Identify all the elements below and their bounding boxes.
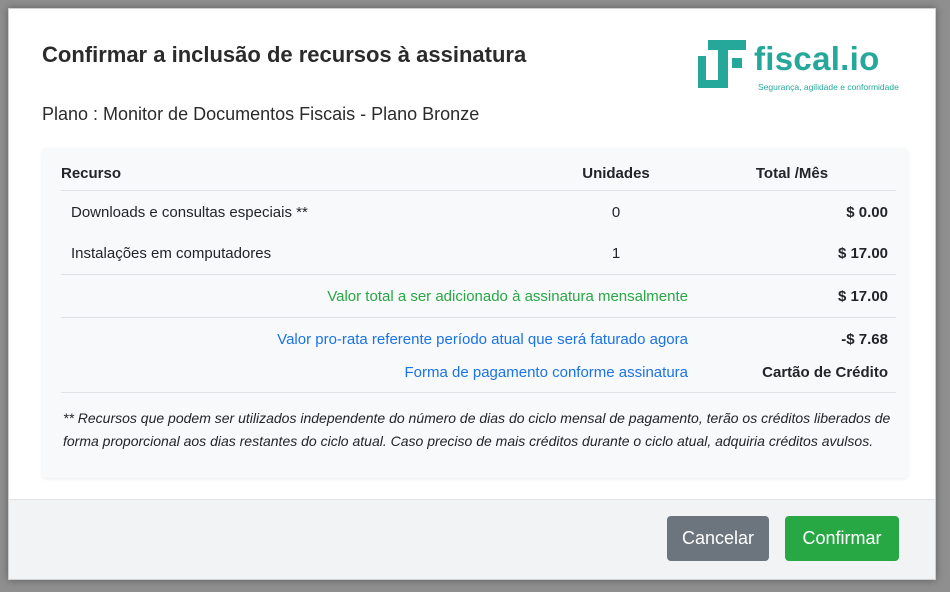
rows-divider xyxy=(61,274,896,275)
resource-total: $ 17.00 xyxy=(837,245,888,262)
monthly-total-value: $ 17.00 xyxy=(837,288,888,305)
plan-name: Plano : Monitor de Documentos Fiscais - … xyxy=(42,104,480,124)
table-row: Downloads e consultas especiais ** 0 $ 0… xyxy=(42,204,908,228)
header-divider xyxy=(61,190,896,191)
total-divider xyxy=(61,317,896,318)
resource-units: 0 xyxy=(611,204,621,221)
resource-name: Downloads e consultas especiais ** xyxy=(71,204,308,221)
modal-title: Confirmar a inclusão de recursos à assin… xyxy=(42,42,527,67)
payment-method-value: Cartão de Crédito xyxy=(762,364,888,381)
confirm-resources-modal: Confirmar a inclusão de recursos à assin… xyxy=(8,8,936,580)
prorata-value: -$ 7.68 xyxy=(841,331,888,348)
column-header-recurso: Recurso xyxy=(61,165,122,182)
resources-card: Recurso Unidades Total /Mês Downloads e … xyxy=(42,148,908,478)
payment-divider xyxy=(61,392,896,393)
modal-footer: Cancelar Confirmar xyxy=(9,499,935,579)
fiscal-io-logo-icon xyxy=(698,40,746,88)
column-header-total: Total /Mês xyxy=(755,165,829,182)
payment-method-label: Forma de pagamento conforme assinatura xyxy=(404,364,688,381)
resource-name: Instalações em computadores xyxy=(71,245,272,262)
resource-total: $ 0.00 xyxy=(846,204,888,221)
prorata-label: Valor pro-rata referente período atual q… xyxy=(277,331,688,348)
confirm-button[interactable]: Confirmar xyxy=(785,516,899,561)
cancel-button[interactable]: Cancelar xyxy=(667,516,769,561)
column-header-unidades: Unidades xyxy=(582,165,650,182)
resource-units: 1 xyxy=(611,245,621,262)
logo-wordmark: fiscal.io xyxy=(754,40,880,77)
table-row: Instalações em computadores 1 $ 17.00 xyxy=(42,245,908,269)
fiscal-io-logo: fiscal.io Segurança, agilidade e conform… xyxy=(696,38,911,98)
logo-tagline: Segurança, agilidade e conformidade xyxy=(758,82,899,92)
footnote: ** Recursos que podem ser utilizados ind… xyxy=(63,410,891,449)
monthly-total-label: Valor total a ser adicionado à assinatur… xyxy=(327,288,688,305)
